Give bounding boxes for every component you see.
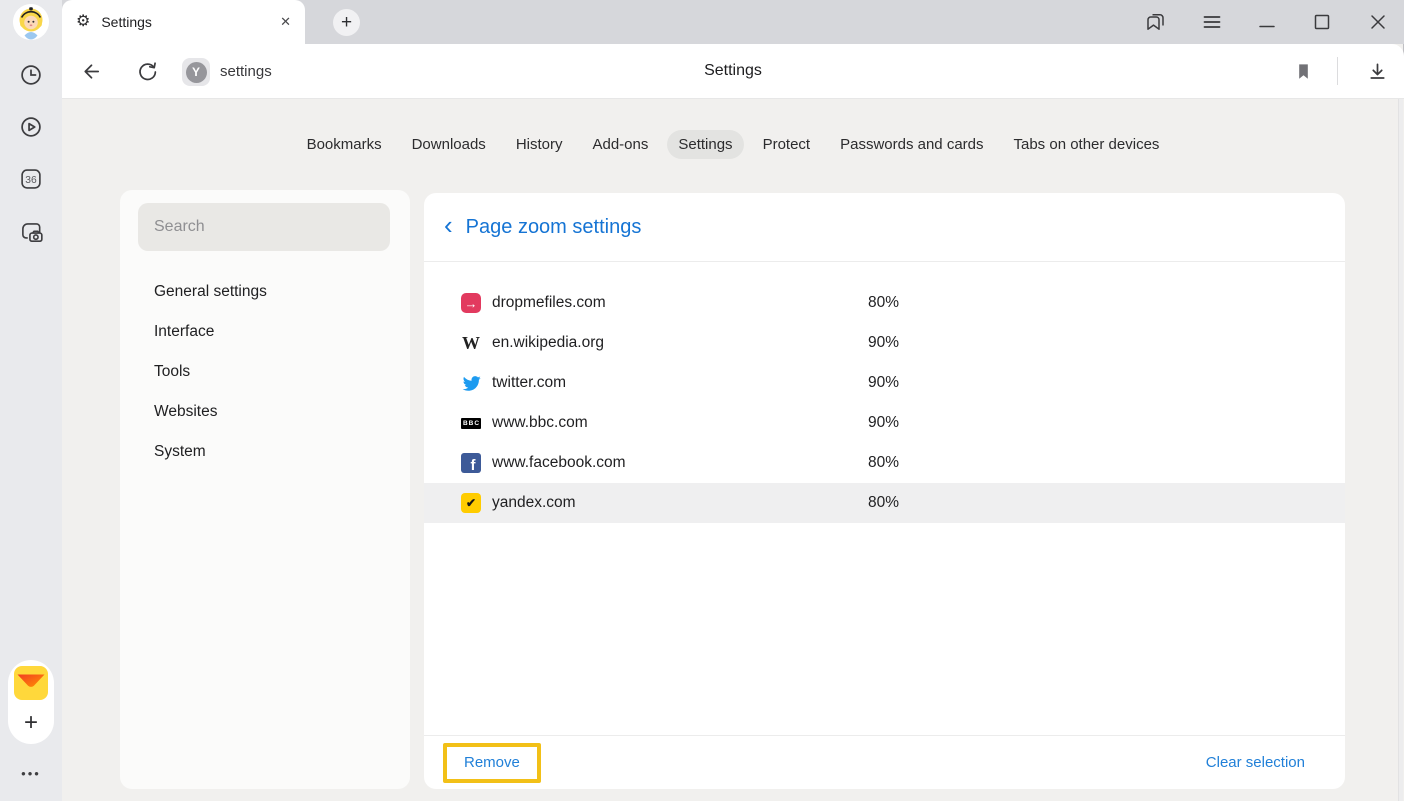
zoom-value: 80% <box>868 494 899 512</box>
back-icon[interactable] <box>80 60 103 83</box>
settings-nav: Bookmarks Downloads History Add-ons Sett… <box>62 120 1404 168</box>
bbc-favicon: BBC <box>461 413 481 433</box>
panel-back-header[interactable]: ‹ Page zoom settings <box>424 193 1345 262</box>
address-bar[interactable]: settings <box>220 44 272 98</box>
tab-strip: ⚙ Settings ✕ + <box>62 0 1404 44</box>
browser-window: 36 <box>0 0 1404 801</box>
yandex-y-icon: Y <box>186 62 207 83</box>
zoom-row-facebook[interactable]: f www.facebook.com 80% <box>424 443 1345 483</box>
facebook-favicon: f <box>461 453 481 473</box>
sidebar-apps-pill: + <box>8 660 54 744</box>
site-badge[interactable]: Y <box>182 58 210 86</box>
tab-counter-icon[interactable]: 36 <box>18 166 44 192</box>
new-tab-button[interactable]: + <box>333 9 360 36</box>
nav-other-devices[interactable]: Tabs on other devices <box>1003 130 1171 159</box>
settings-page: Bookmarks Downloads History Add-ons Sett… <box>62 99 1404 801</box>
yandex-mail-icon[interactable] <box>14 666 48 700</box>
back-chevron-icon: ‹ <box>444 212 453 238</box>
page-zoom-panel: ‹ Page zoom settings → dropmefiles.com 8… <box>424 193 1345 789</box>
maximize-icon[interactable] <box>1310 10 1334 34</box>
zoom-site-list: → dropmefiles.com 80% W en.wikipedia.org… <box>424 262 1345 523</box>
svg-text:36: 36 <box>25 175 37 186</box>
sidebar-item-system[interactable]: System <box>120 432 410 472</box>
yandex-favicon: ✔ <box>461 493 481 513</box>
left-rail: 36 <box>0 0 62 801</box>
twitter-favicon <box>461 373 481 393</box>
settings-sidebar: General settings Interface Tools Website… <box>120 190 410 789</box>
sidebar-item-interface[interactable]: Interface <box>120 312 410 352</box>
download-icon[interactable] <box>1366 60 1389 83</box>
zoom-row-dropmefiles[interactable]: → dropmefiles.com 80% <box>424 283 1345 323</box>
nav-addons[interactable]: Add-ons <box>581 130 659 159</box>
panel-title: Page zoom settings <box>466 216 642 239</box>
zoom-row-twitter[interactable]: twitter.com 90% <box>424 363 1345 403</box>
nav-downloads[interactable]: Downloads <box>401 130 497 159</box>
sidebar-item-websites[interactable]: Websites <box>120 392 410 432</box>
nav-bookmarks[interactable]: Bookmarks <box>296 130 393 159</box>
reload-icon[interactable] <box>136 60 159 83</box>
add-shortcut-button[interactable]: + <box>8 704 54 742</box>
menu-icon[interactable] <box>1200 10 1224 34</box>
window-close-icon[interactable] <box>1366 10 1390 34</box>
zoom-value: 90% <box>868 334 899 352</box>
site-name: en.wikipedia.org <box>492 334 604 352</box>
zoom-row-yandex[interactable]: ✔ yandex.com 80% <box>424 483 1345 523</box>
avatar-girl-icon <box>13 4 49 40</box>
search-input[interactable] <box>138 203 390 251</box>
zoom-value: 80% <box>868 294 899 312</box>
remove-button[interactable]: Remove <box>464 754 520 771</box>
clear-selection-button[interactable]: Clear selection <box>1206 754 1305 771</box>
site-name: dropmefiles.com <box>492 294 606 312</box>
search-box <box>138 203 390 251</box>
rail-more-button[interactable]: ••• <box>0 766 62 781</box>
media-play-icon[interactable] <box>18 114 44 140</box>
zoom-value: 90% <box>868 374 899 392</box>
screenshot-icon[interactable] <box>18 219 44 245</box>
scrollbar-track[interactable] <box>1398 99 1403 801</box>
site-name: www.bbc.com <box>492 414 588 432</box>
zoom-value: 90% <box>868 414 899 432</box>
zoom-row-wikipedia[interactable]: W en.wikipedia.org 90% <box>424 323 1345 363</box>
site-name: twitter.com <box>492 374 566 392</box>
wikipedia-favicon: W <box>461 333 481 353</box>
bookmark-icon[interactable] <box>1292 60 1315 83</box>
gear-icon: ⚙ <box>76 14 90 30</box>
tab-settings[interactable]: ⚙ Settings ✕ <box>62 0 305 44</box>
remove-button-highlight[interactable]: Remove <box>443 743 541 783</box>
panel-footer: Remove Clear selection <box>424 735 1345 789</box>
site-name: www.facebook.com <box>492 454 626 472</box>
toolbar-separator <box>1337 57 1338 85</box>
tab-close-icon[interactable]: ✕ <box>280 14 291 30</box>
profile-avatar[interactable] <box>13 4 49 40</box>
zoom-row-bbc[interactable]: BBC www.bbc.com 90% <box>424 403 1345 443</box>
zoom-value: 80% <box>868 454 899 472</box>
history-clock-icon[interactable] <box>18 62 44 88</box>
dropmefiles-favicon: → <box>461 293 481 313</box>
side-panels-icon[interactable] <box>1143 10 1167 34</box>
nav-history[interactable]: History <box>505 130 574 159</box>
nav-protect[interactable]: Protect <box>752 130 822 159</box>
sidebar-item-tools[interactable]: Tools <box>120 352 410 392</box>
toolbar: Y settings Settings <box>62 44 1404 99</box>
sidebar-item-general[interactable]: General settings <box>120 272 410 312</box>
site-name: yandex.com <box>492 494 576 512</box>
tab-title: Settings <box>101 14 152 30</box>
nav-settings[interactable]: Settings <box>667 130 743 159</box>
minimize-icon[interactable] <box>1255 10 1279 34</box>
nav-passwords[interactable]: Passwords and cards <box>829 130 994 159</box>
